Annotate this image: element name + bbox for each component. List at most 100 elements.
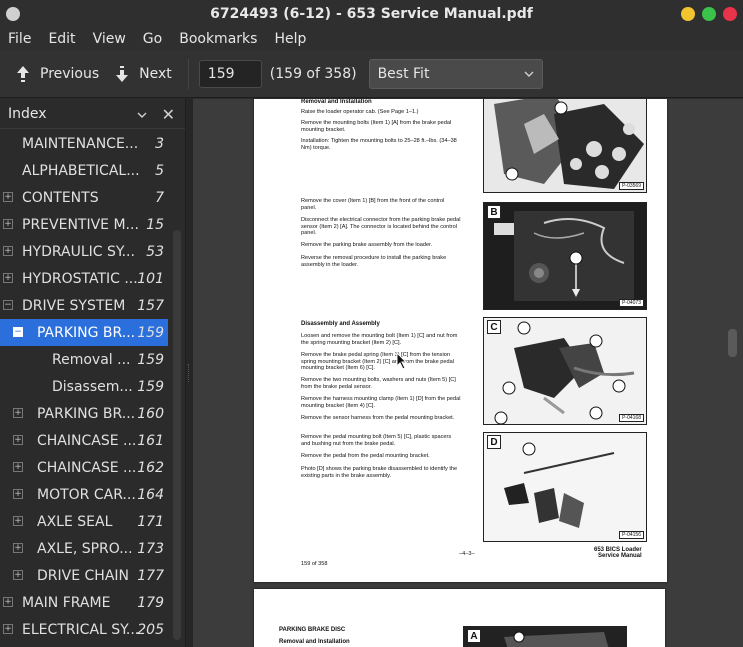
paragraph: Remove the two mounting bolts, washers a… — [301, 377, 456, 390]
expand-icon[interactable]: + — [3, 597, 13, 607]
sidebar-close-icon[interactable]: ✕ — [162, 105, 175, 124]
tree-item-page: 3 — [155, 135, 164, 152]
expand-icon[interactable]: + — [13, 408, 23, 418]
next-label: Next — [139, 65, 172, 82]
tree-item[interactable]: + HYDRAULIC SY... 53 — [0, 238, 168, 265]
paragraph: Photo [D] shows the parking brake disass… — [301, 466, 458, 479]
tree-item-page: 15 — [146, 216, 164, 233]
collapse-icon[interactable]: − — [3, 300, 13, 310]
photo-number: P-04156 — [619, 531, 644, 539]
menu-bar: File Edit View Go Bookmarks Help — [0, 28, 743, 50]
tree-item[interactable]: − PARKING BR... 159 — [0, 319, 168, 346]
previous-button[interactable]: Previous — [6, 58, 105, 90]
expand-icon[interactable]: + — [13, 462, 23, 472]
photo-d-illustration — [484, 433, 646, 541]
previous-label: Previous — [40, 65, 100, 82]
menu-help[interactable]: Help — [274, 31, 306, 47]
menu-view[interactable]: View — [93, 31, 126, 47]
expand-icon[interactable]: + — [13, 570, 23, 580]
tree-item[interactable]: + MAIN FRAME 179 — [0, 589, 168, 616]
tree-item-page: 171 — [137, 513, 164, 530]
arrow-down-icon — [111, 63, 133, 85]
document-viewer[interactable]: Removal and Installation Raise the loade… — [193, 99, 743, 647]
expand-icon[interactable]: + — [13, 489, 23, 499]
tree-item-label: CHAINCASE ... — [37, 432, 137, 449]
paragraph: Disconnect the electrical connector from… — [301, 217, 461, 237]
tree-item-label: DRIVE SYSTEM — [22, 297, 126, 314]
expand-icon[interactable]: + — [3, 246, 13, 256]
expand-icon[interactable]: + — [13, 435, 23, 445]
menu-bookmarks[interactable]: Bookmarks — [179, 31, 257, 47]
tree-item[interactable]: + CHAINCASE ... 161 — [0, 427, 168, 454]
tree-item[interactable]: − DRIVE SYSTEM 157 — [0, 292, 168, 319]
section-heading: Removal and Installation — [279, 639, 350, 645]
window-menu-button[interactable] — [6, 7, 20, 21]
photo-tag: C — [487, 320, 501, 334]
expand-icon[interactable]: + — [3, 219, 13, 229]
document-scrollbar[interactable] — [728, 329, 737, 357]
maximize-button[interactable] — [702, 7, 716, 21]
tree-item[interactable]: Disassem... 159 — [0, 373, 168, 400]
page-heading: PARKING BRAKE DISC — [279, 627, 346, 633]
sidebar-scrollbar[interactable] — [173, 230, 181, 640]
expand-icon[interactable]: + — [13, 516, 23, 526]
photo-a-page2-illustration — [464, 627, 626, 647]
expand-icon[interactable]: + — [13, 543, 23, 553]
zoom-select[interactable]: Best Fit — [368, 58, 543, 89]
menu-go[interactable]: Go — [143, 31, 162, 47]
sidebar-title: Index — [8, 105, 47, 122]
menu-file[interactable]: File — [8, 31, 31, 47]
sidebar-mode-chevron-icon[interactable] — [137, 108, 147, 118]
toolbar: Previous Next 159 (159 of 358) Best Fit — [0, 50, 743, 98]
photo-c: C P-04168 — [483, 317, 647, 425]
page-number-input[interactable]: 159 — [198, 59, 262, 88]
tree-item-label: PARKING BR... — [37, 324, 136, 341]
photo-a-page2: A — [463, 626, 627, 647]
tree-item-label: HYDROSTATIC ... — [22, 270, 138, 287]
tree-item-page: 173 — [137, 540, 164, 557]
collapse-icon[interactable]: − — [13, 327, 23, 337]
tree-item-label: ELECTRICAL SY... — [22, 621, 140, 638]
index-sidebar: Index ✕ MAINTENANCE... 3 ALPHABETICAL... 5 +… — [0, 99, 186, 647]
photo-number: P-04168 — [619, 414, 644, 422]
tree-item-page: 159 — [137, 351, 164, 368]
tree-item[interactable]: + DRIVE CHAIN 177 — [0, 562, 168, 589]
tree-item[interactable]: MAINTENANCE... 3 — [0, 130, 168, 157]
minimize-button[interactable] — [681, 7, 695, 21]
expand-icon[interactable]: + — [3, 192, 13, 202]
tree-item-page: 161 — [137, 432, 164, 449]
tree-item[interactable]: + CHAINCASE ... 162 — [0, 454, 168, 481]
tree-item[interactable]: + ELECTRICAL SY... 205 — [0, 616, 168, 643]
close-window-button[interactable] — [723, 7, 737, 21]
tree-item-page: 160 — [137, 405, 164, 422]
mouse-cursor-icon — [396, 351, 408, 370]
tree-item-page: 5 — [155, 162, 164, 179]
pdf-page-159: Removal and Installation Raise the loade… — [254, 99, 667, 582]
sidebar-splitter[interactable] — [186, 99, 193, 647]
tree-item-page: 7 — [155, 189, 164, 206]
next-button[interactable]: Next — [105, 58, 178, 90]
tree-item[interactable]: + HYDROSTATIC ... 101 — [0, 265, 168, 292]
paragraph: Remove the pedal mounting bolt (Item 5) … — [301, 434, 452, 447]
tree-item[interactable]: Removal ... 159 — [0, 346, 168, 373]
paragraph: Remove the brake pedal spring (Item 3) [… — [301, 352, 454, 372]
expand-icon[interactable]: + — [3, 273, 13, 283]
tree-item-page: 164 — [137, 486, 164, 503]
photo-b: B P-04073 — [483, 202, 647, 310]
tree-item-label: PARKING BR... — [37, 405, 136, 422]
tree-item-label: CHAINCASE ... — [37, 459, 137, 476]
expand-icon[interactable]: + — [3, 624, 13, 634]
tree-item[interactable]: + PREVENTIVE M... 15 — [0, 211, 168, 238]
paragraph: Raise the loader operator cab. (See Page… — [301, 109, 419, 115]
tree-item[interactable]: ALPHABETICAL... 5 — [0, 157, 168, 184]
photo-number: P-03569 — [619, 182, 644, 190]
paragraph: Loosen and remove the mounting bolt (Ite… — [301, 333, 458, 346]
tree-item[interactable]: + AXLE, SPRO... 173 — [0, 535, 168, 562]
photo-tag: D — [487, 435, 501, 449]
tree-item-page: 101 — [137, 270, 164, 287]
tree-item[interactable]: + PARKING BR... 160 — [0, 400, 168, 427]
tree-item[interactable]: + CONTENTS 7 — [0, 184, 168, 211]
tree-item[interactable]: + MOTOR CAR... 164 — [0, 481, 168, 508]
tree-item[interactable]: + AXLE SEAL 171 — [0, 508, 168, 535]
menu-edit[interactable]: Edit — [48, 31, 75, 47]
